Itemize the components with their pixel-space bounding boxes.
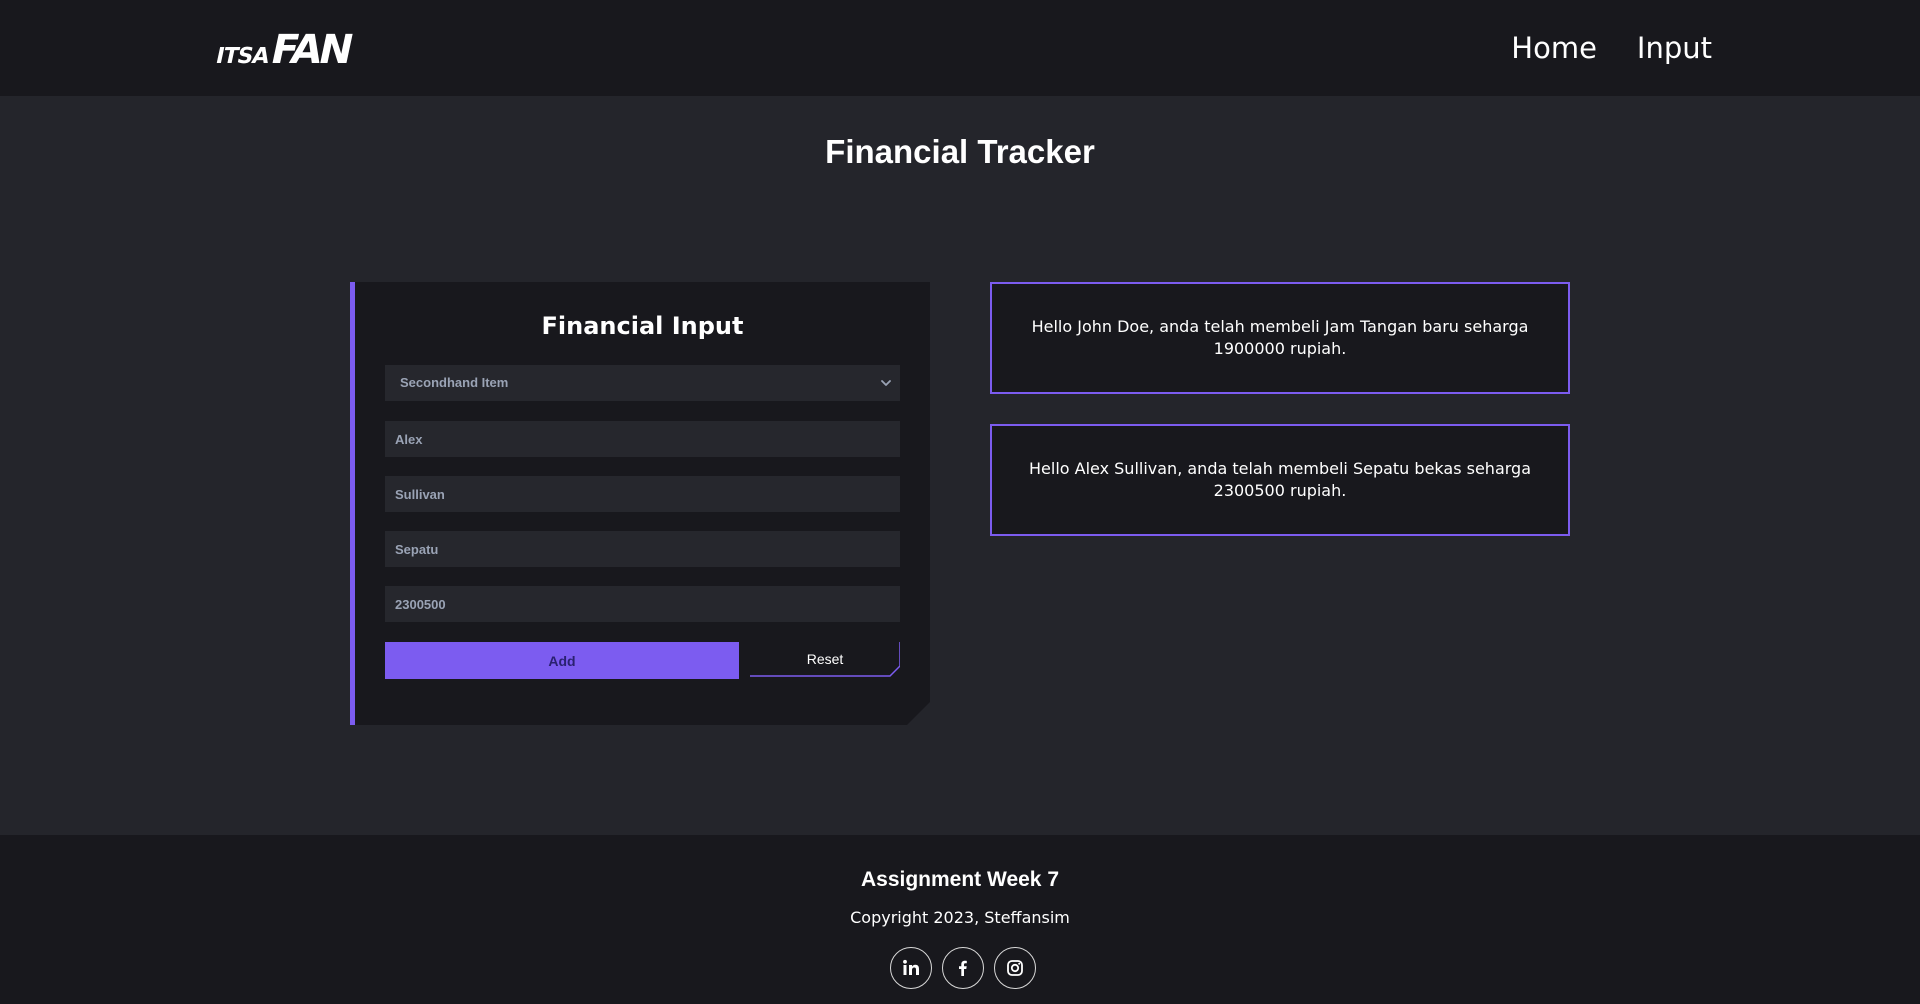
instagram-link[interactable] — [994, 947, 1036, 989]
footer-copyright: Copyright 2023, Steffansim — [850, 908, 1070, 927]
item-name-input[interactable] — [385, 531, 900, 567]
facebook-link[interactable] — [942, 947, 984, 989]
footer-title: Assignment Week 7 — [860, 868, 1059, 891]
form-title: Financial Input — [541, 312, 744, 340]
page-title: Financial Tracker — [825, 133, 1095, 170]
nav-home-link[interactable]: Home — [1511, 30, 1597, 66]
first-name-input[interactable] — [385, 421, 900, 457]
logo-text-big: FAN — [266, 27, 355, 73]
reset-button[interactable]: Reset — [750, 642, 900, 677]
financial-input-form: Financial Input Secondhand Item Add Rese… — [350, 282, 930, 725]
site-logo[interactable]: ITSA FAN — [213, 26, 355, 73]
linkedin-icon — [903, 959, 919, 975]
chevron-down-icon — [881, 380, 891, 386]
last-name-input[interactable] — [385, 476, 900, 512]
social-links — [890, 947, 1036, 989]
footer: Assignment Week 7 Copyright 2023, Steffa… — [0, 835, 1920, 1004]
reset-button-label: Reset — [806, 651, 844, 667]
price-input[interactable] — [385, 586, 900, 622]
result-message-2: Hello Alex Sullivan, anda telah membeli … — [990, 424, 1570, 536]
linkedin-link[interactable] — [890, 947, 932, 989]
result-message-1: Hello John Doe, anda telah membeli Jam T… — [990, 282, 1570, 394]
nav-input-link[interactable]: Input — [1637, 30, 1712, 66]
category-select-value: Secondhand Item — [400, 375, 509, 390]
category-select[interactable]: Secondhand Item — [385, 365, 900, 401]
main-nav: Home Input — [1511, 30, 1712, 66]
facebook-icon — [959, 960, 967, 976]
logo-text-small: ITSA — [213, 44, 271, 69]
add-button[interactable]: Add — [385, 642, 739, 679]
top-navbar: ITSA FAN Home Input — [0, 0, 1920, 96]
instagram-icon — [1007, 960, 1023, 976]
